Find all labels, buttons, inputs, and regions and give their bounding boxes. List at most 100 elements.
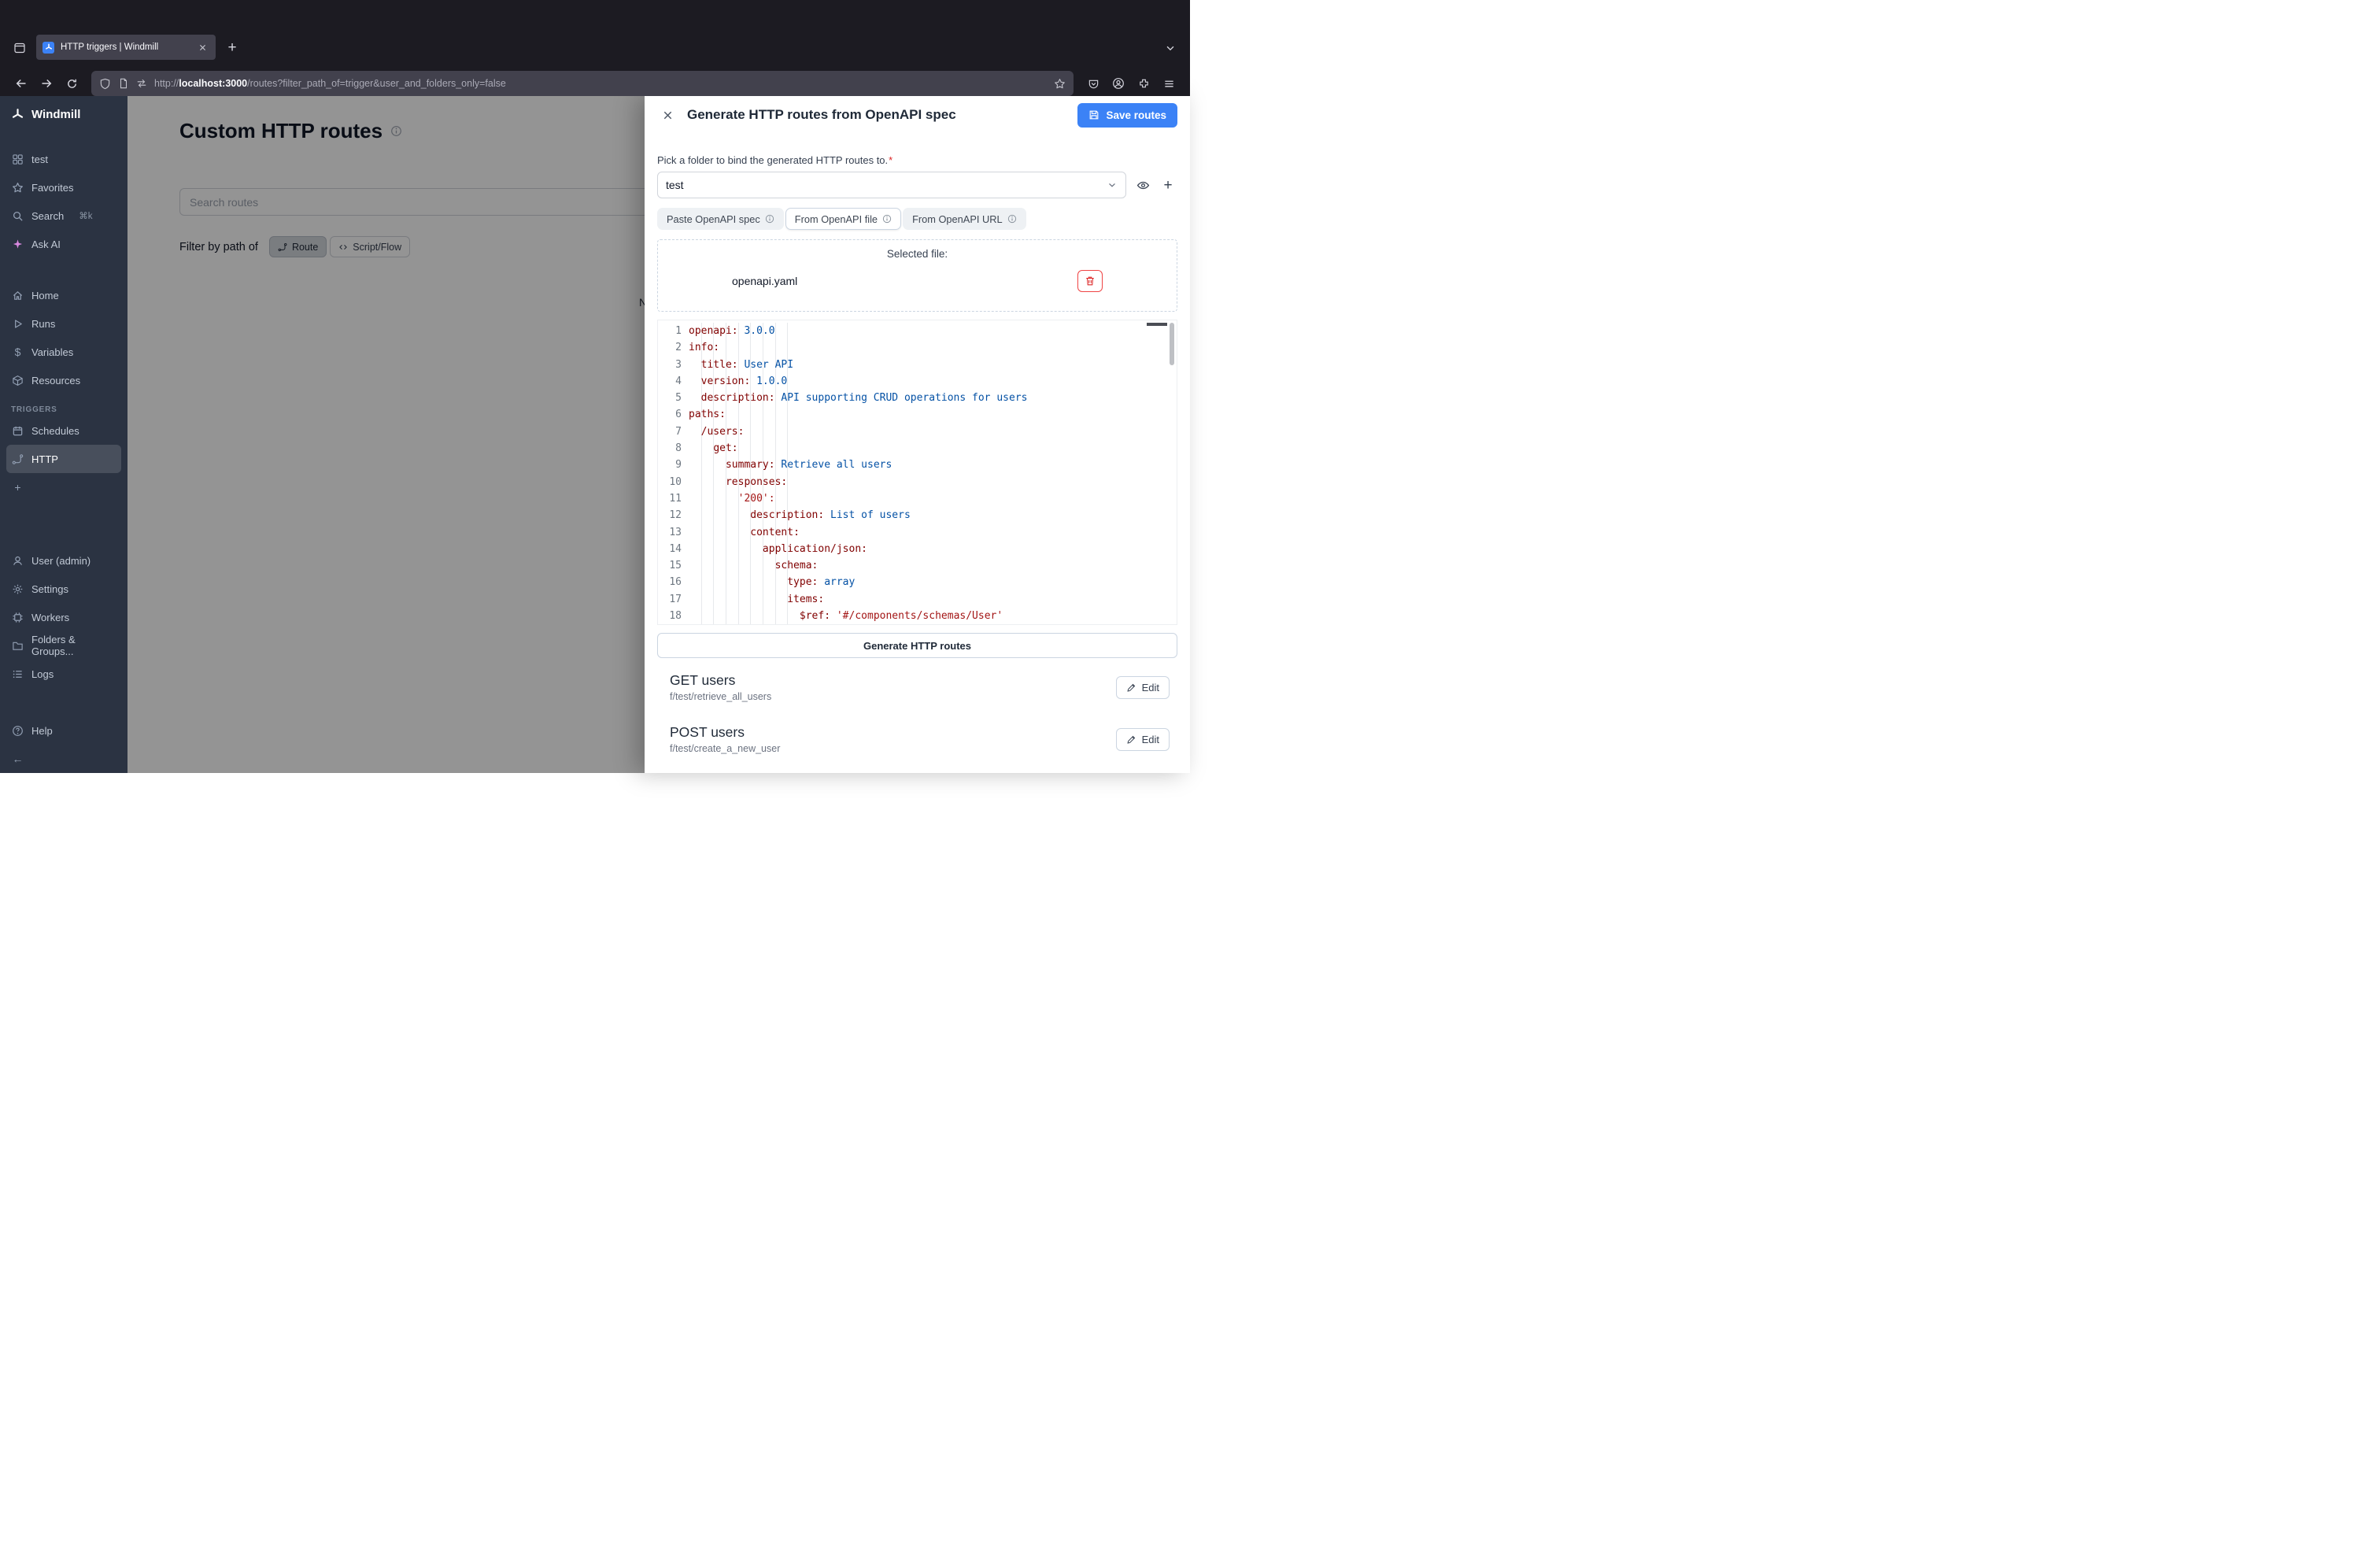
sidebar-item-variables[interactable]: $ Variables — [0, 338, 128, 366]
url-bar[interactable]: http://localhost:3000/routes?filter_path… — [91, 71, 1074, 96]
sidebar-item-label: Settings — [31, 583, 68, 595]
bookmark-star-icon[interactable] — [1054, 78, 1066, 90]
save-routes-button[interactable]: Save routes — [1077, 103, 1177, 128]
calendar-icon — [11, 425, 24, 437]
folder-icon — [11, 640, 24, 652]
pencil-icon — [1126, 682, 1136, 693]
forward-icon[interactable] — [35, 72, 58, 95]
firefox-view-icon[interactable] — [8, 36, 31, 60]
triggers-section-label: TRIGGERS — [0, 404, 128, 416]
account-icon[interactable] — [1107, 72, 1130, 95]
sidebar-item-label: Variables — [31, 346, 73, 358]
tab-from-url[interactable]: From OpenAPI URL — [903, 208, 1026, 230]
code-line[interactable]: summary: Retrieve all users — [689, 457, 1177, 473]
code-line[interactable]: items: — [689, 591, 1177, 608]
route-path: f/test/create_a_new_user — [670, 743, 780, 754]
code-line[interactable]: get: — [689, 440, 1177, 457]
folder-select[interactable]: test — [657, 172, 1126, 198]
preview-folder-eye-icon[interactable] — [1134, 175, 1151, 195]
chevron-down-icon — [1107, 179, 1118, 190]
code-line[interactable]: type: array — [689, 574, 1177, 590]
reload-icon[interactable] — [60, 72, 83, 95]
sidebar-item-label: Search — [31, 210, 64, 222]
sidebar-gap — [0, 258, 128, 281]
code-line[interactable]: info: — [689, 339, 1177, 356]
save-to-pocket-icon[interactable] — [1081, 72, 1105, 95]
plus-icon: + — [11, 482, 24, 493]
back-icon[interactable] — [9, 72, 33, 95]
code-line[interactable]: paths: — [689, 406, 1177, 423]
sidebar-item-help[interactable]: Help — [0, 716, 128, 745]
sidebar-item-add-trigger[interactable]: + — [0, 473, 128, 501]
code-line[interactable]: schema: — [689, 557, 1177, 574]
cpu-icon — [11, 612, 24, 623]
sidebar-item-workers[interactable]: Workers — [0, 603, 128, 631]
code-line[interactable]: version: 1.0.0 — [689, 373, 1177, 390]
code-line[interactable]: responses: — [689, 474, 1177, 490]
info-icon — [765, 214, 774, 224]
browser-tab[interactable]: HTTP triggers | Windmill — [36, 35, 216, 60]
sidebar-item-http[interactable]: HTTP — [6, 445, 121, 473]
browser-chrome: HTTP triggers | Windmill + — [0, 0, 1190, 96]
openapi-code-editor[interactable]: 123456789101112131415161718 openapi: 3.0… — [657, 320, 1177, 625]
line-number: 2 — [658, 339, 682, 356]
add-folder-button[interactable]: + — [1159, 175, 1177, 195]
sidebar-item-runs[interactable]: Runs — [0, 309, 128, 338]
tab-from-file[interactable]: From OpenAPI file — [785, 208, 901, 230]
code-line[interactable]: content: — [689, 524, 1177, 541]
sidebar-item-logs[interactable]: Logs — [0, 660, 128, 688]
code-line[interactable]: $ref: '#/components/schemas/User' — [689, 608, 1177, 624]
sidebar-item-home[interactable]: Home — [0, 281, 128, 309]
drawer-header: Generate HTTP routes from OpenAPI spec S… — [645, 96, 1190, 134]
sidebar-item-label: Resources — [31, 375, 80, 386]
line-number: 13 — [658, 524, 682, 541]
permissions-icon[interactable] — [136, 78, 147, 89]
selected-file-dropzone[interactable]: Selected file: openapi.yaml — [657, 239, 1177, 312]
save-icon — [1088, 109, 1099, 120]
sidebar-item-resources[interactable]: Resources — [0, 366, 128, 394]
code-line[interactable]: /users: — [689, 423, 1177, 440]
tab-close-icon[interactable] — [195, 40, 209, 54]
tracking-protection-shield-icon[interactable] — [99, 78, 111, 90]
code-line[interactable]: application/json: — [689, 541, 1177, 557]
drawer-title: Generate HTTP routes from OpenAPI spec — [687, 107, 1068, 123]
code-line[interactable]: description: API supporting CRUD operati… — [689, 390, 1177, 406]
sidebar-collapse-button[interactable]: ← — [0, 745, 128, 773]
sidebar-item-label: Runs — [31, 318, 55, 330]
code-lines: openapi: 3.0.0info: title: User API vers… — [689, 323, 1177, 624]
route-item: GET users f/test/retrieve_all_users Edit — [657, 672, 1177, 702]
workspace-selector[interactable]: test — [0, 145, 128, 173]
remove-file-button[interactable] — [1077, 270, 1103, 292]
close-icon[interactable] — [657, 105, 678, 125]
tab-paste-spec[interactable]: Paste OpenAPI spec — [657, 208, 784, 230]
app-sidebar: Windmill test Favorites Search ⌘k Ask AI… — [0, 96, 128, 773]
list-all-tabs-icon[interactable] — [1159, 36, 1182, 60]
sidebar-item-label: Logs — [31, 668, 54, 680]
sidebar-item-label: Home — [31, 290, 59, 301]
code-line[interactable]: title: User API — [689, 357, 1177, 373]
page-info-icon[interactable] — [118, 78, 129, 89]
sidebar-item-schedules[interactable]: Schedules — [0, 416, 128, 445]
sidebar-item-settings[interactable]: Settings — [0, 575, 128, 603]
code-line[interactable]: openapi: 3.0.0 — [689, 323, 1177, 339]
code-line[interactable]: '200': — [689, 490, 1177, 507]
line-number: 17 — [658, 591, 682, 608]
edit-route-button[interactable]: Edit — [1116, 676, 1170, 699]
line-number: 15 — [658, 557, 682, 574]
edit-route-button[interactable]: Edit — [1116, 728, 1170, 751]
code-gutter: 123456789101112131415161718 — [658, 323, 682, 624]
sidebar-item-folders-groups[interactable]: Folders & Groups... — [0, 631, 128, 660]
windmill-logo-icon — [11, 108, 24, 121]
generate-routes-button[interactable]: Generate HTTP routes — [657, 633, 1177, 658]
line-number: 12 — [658, 507, 682, 523]
sidebar-item-ask-ai[interactable]: Ask AI — [0, 230, 128, 258]
extensions-icon[interactable] — [1132, 72, 1155, 95]
sidebar-item-search[interactable]: Search ⌘k — [0, 202, 128, 230]
menu-hamburger-icon[interactable] — [1157, 72, 1181, 95]
sidebar-item-user[interactable]: User (admin) — [0, 546, 128, 575]
tab-label: From OpenAPI URL — [912, 213, 1003, 225]
sidebar-item-favorites[interactable]: Favorites — [0, 173, 128, 202]
code-line[interactable]: description: List of users — [689, 507, 1177, 523]
folder-field-label: Pick a folder to bind the generated HTTP… — [657, 154, 1177, 167]
new-tab-button[interactable]: + — [220, 36, 244, 60]
